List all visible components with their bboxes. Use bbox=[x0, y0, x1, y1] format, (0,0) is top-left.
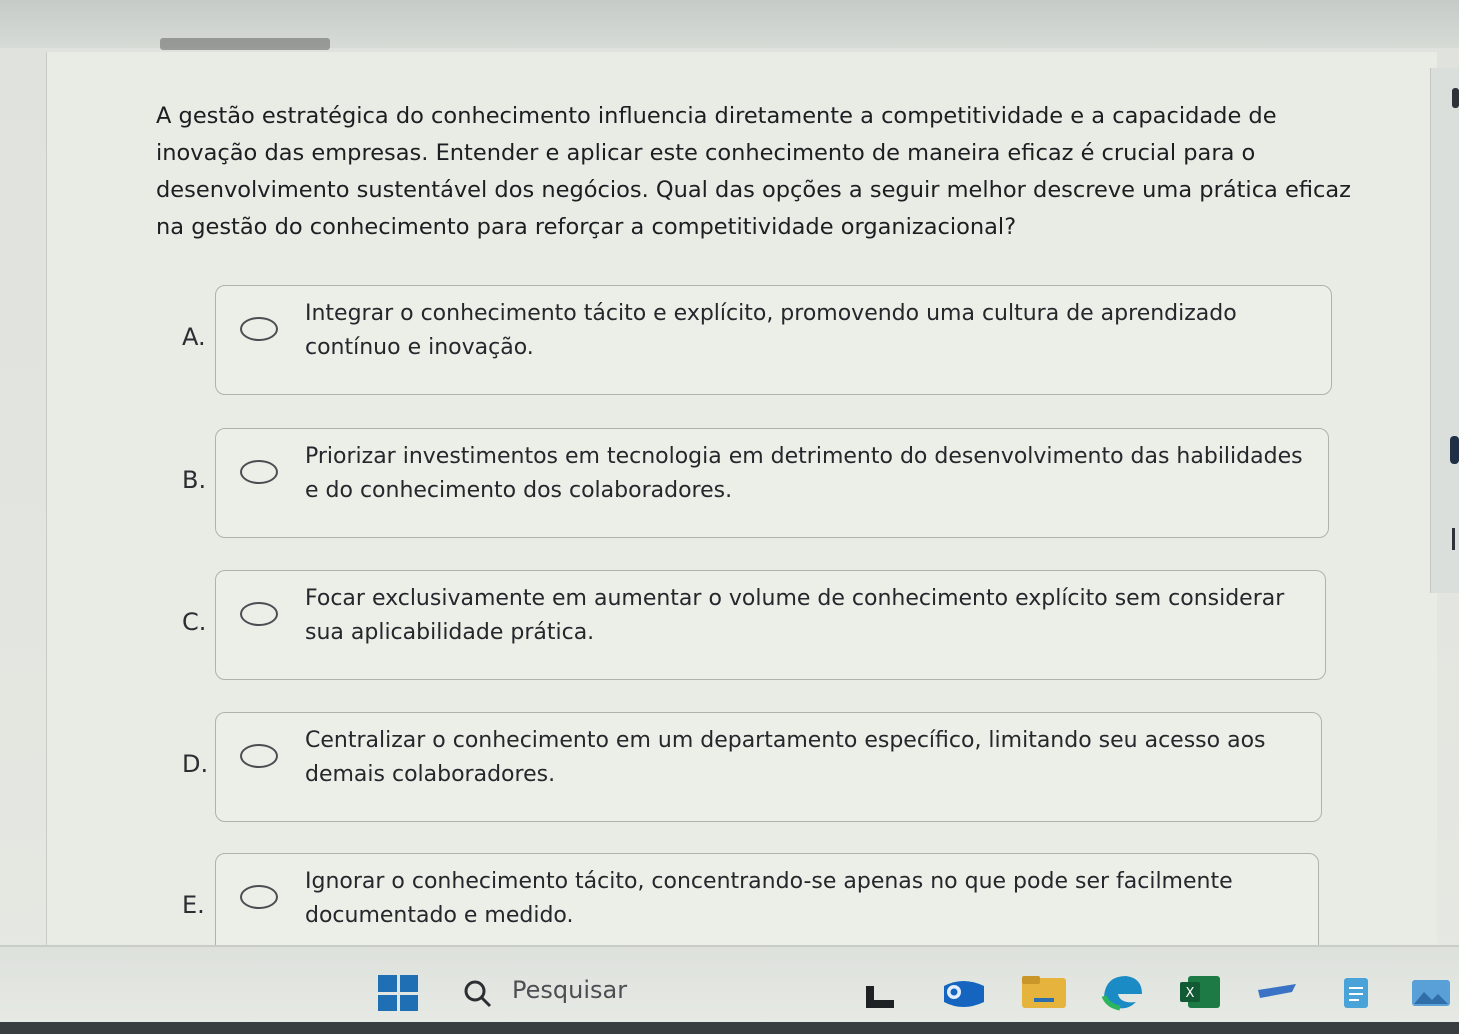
option-d-text: Centralizar o conhecimento em um departa… bbox=[305, 728, 1266, 787]
side-panel bbox=[1430, 68, 1459, 593]
option-c-text: Focar exclusivamente em aumentar o volum… bbox=[305, 586, 1285, 645]
scrollbar-handle[interactable] bbox=[1452, 88, 1459, 108]
option-a-letter: A. bbox=[182, 323, 206, 351]
excel-icon[interactable]: X bbox=[1176, 972, 1222, 1012]
question-text: A gestão estratégica do conhecimento inf… bbox=[156, 103, 1351, 240]
option-e-radio[interactable] bbox=[240, 885, 278, 909]
option-c-radio[interactable] bbox=[240, 602, 278, 626]
outlook-icon[interactable] bbox=[938, 972, 988, 1012]
option-c-letter: C. bbox=[182, 608, 207, 636]
scroll-marker bbox=[1452, 528, 1455, 550]
taskbar bbox=[0, 945, 1459, 1034]
option-e-text: Ignorar o conhecimento tácito, concentra… bbox=[305, 869, 1233, 928]
screen: A gestão estratégica do conhecimento inf… bbox=[0, 0, 1459, 1034]
scroll-thumb[interactable] bbox=[1450, 436, 1459, 464]
pen-app-icon[interactable] bbox=[1254, 972, 1302, 1012]
option-b-radio[interactable] bbox=[240, 460, 278, 484]
search-icon[interactable] bbox=[462, 978, 492, 1008]
option-d-radio[interactable] bbox=[240, 744, 278, 768]
svg-text:X: X bbox=[1186, 986, 1195, 1001]
option-e-letter: E. bbox=[182, 891, 205, 919]
file-explorer-icon[interactable] bbox=[1020, 972, 1068, 1012]
option-a-radio[interactable] bbox=[240, 317, 278, 341]
task-view-icon[interactable] bbox=[862, 972, 898, 1012]
photos-icon[interactable] bbox=[1408, 972, 1454, 1012]
option-d-letter: D. bbox=[182, 750, 209, 778]
option-b-letter: B. bbox=[182, 466, 207, 494]
edge-icon[interactable] bbox=[1098, 972, 1146, 1012]
windows-start-icon[interactable] bbox=[378, 975, 418, 1011]
question-header-fragment bbox=[160, 38, 330, 50]
taskbar-search-label[interactable]: Pesquisar bbox=[512, 976, 627, 1004]
option-b-text: Priorizar investimentos em tecnologia em… bbox=[305, 444, 1303, 503]
taskbar-bottom-edge bbox=[0, 1022, 1459, 1034]
notepad-icon[interactable] bbox=[1336, 972, 1376, 1012]
option-a-text: Integrar o conhecimento tácito e explíci… bbox=[305, 301, 1237, 360]
